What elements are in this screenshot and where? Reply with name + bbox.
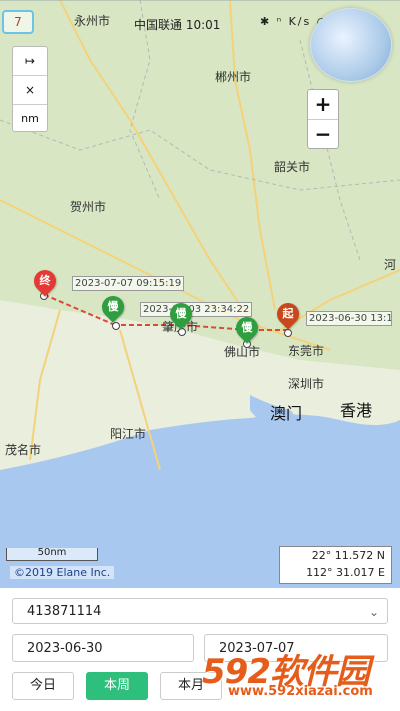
clear-tool-button[interactable]: × — [13, 76, 47, 105]
cursor-coordinates: 22° 11.572 N 112° 31.017 E — [279, 546, 392, 584]
city-label-hongkong: 香港 — [340, 401, 373, 420]
map-view[interactable]: 7 ↦ × nm + − 永州市 郴州市 韶关市 贺州市 肇庆市 佛山市 东莞市… — [0, 0, 400, 588]
carrier-time: 中国联通 10:01 — [134, 18, 221, 32]
measure-tool-button[interactable]: ↦ — [13, 47, 47, 76]
map-tools: ↦ × nm — [12, 46, 48, 132]
track-time-label-start: 2023-06-30 13:19 — [306, 311, 392, 326]
watermark: 592软件园 www.592xiazai.com — [200, 638, 400, 711]
slow-marker[interactable]: 慢 — [97, 291, 129, 323]
latitude-readout: 22° 11.572 N — [311, 549, 385, 562]
city-label-foshan: 佛山市 — [224, 345, 261, 359]
map-background — [0, 0, 400, 588]
this-week-button[interactable]: 本周 — [86, 672, 148, 700]
track-point[interactable] — [284, 329, 292, 337]
city-label-dongguan: 东莞市 — [288, 344, 325, 358]
zoom-out-button[interactable]: − — [308, 120, 338, 149]
city-label-he: 河 — [384, 258, 397, 272]
watermark-url: www.592xiazai.com — [228, 684, 373, 699]
end-marker-text: 终 — [39, 274, 51, 287]
date-from-field[interactable]: 2023-06-30 — [12, 634, 194, 662]
slow-marker[interactable]: 慢 — [165, 298, 197, 330]
track-time-label-mid: 2023-07-03 23:34:22 — [140, 302, 253, 317]
city-label-shenzhen: 深圳市 — [288, 377, 325, 391]
end-marker[interactable]: 终 — [29, 265, 61, 297]
track-point[interactable] — [178, 328, 186, 336]
slow-marker[interactable]: 慢 — [231, 312, 263, 344]
unit-toggle-button[interactable]: nm — [13, 105, 47, 133]
map-copyright: ©2019 Elane Inc. — [10, 566, 115, 579]
zoom-control: + − — [307, 89, 339, 149]
zoom-in-button[interactable]: + — [308, 90, 338, 120]
start-marker[interactable]: 起 — [272, 298, 304, 330]
vessel-count-badge[interactable]: 7 — [2, 10, 34, 34]
ship-select-value: 413871114 — [27, 604, 102, 619]
track-point[interactable] — [112, 322, 120, 330]
city-label-chenzhou: 郴州市 — [215, 70, 252, 84]
chevron-down-icon: ⌄ — [368, 605, 379, 619]
map-scale-bar: 50nm — [6, 548, 98, 561]
start-marker-text: 起 — [282, 307, 294, 320]
slow-marker-text: 慢 — [241, 321, 253, 334]
city-label-shaoguan: 韶关市 — [274, 160, 311, 174]
city-label-yangjiang: 阳江市 — [110, 427, 147, 441]
city-label-hezhou: 贺州市 — [70, 200, 107, 214]
longitude-readout: 112° 31.017 E — [306, 566, 385, 579]
city-label-macau: 澳门 — [270, 404, 303, 423]
slow-marker-text: 慢 — [175, 307, 187, 320]
overview-map-globe[interactable] — [310, 8, 392, 82]
today-button[interactable]: 今日 — [12, 672, 74, 700]
slow-marker-text: 慢 — [107, 300, 119, 313]
city-label-maoming: 茂名市 — [5, 443, 42, 457]
ship-select[interactable]: 413871114 ⌄ — [12, 598, 388, 624]
track-time-label-end: 2023-07-07 09:15:19 — [72, 276, 185, 291]
